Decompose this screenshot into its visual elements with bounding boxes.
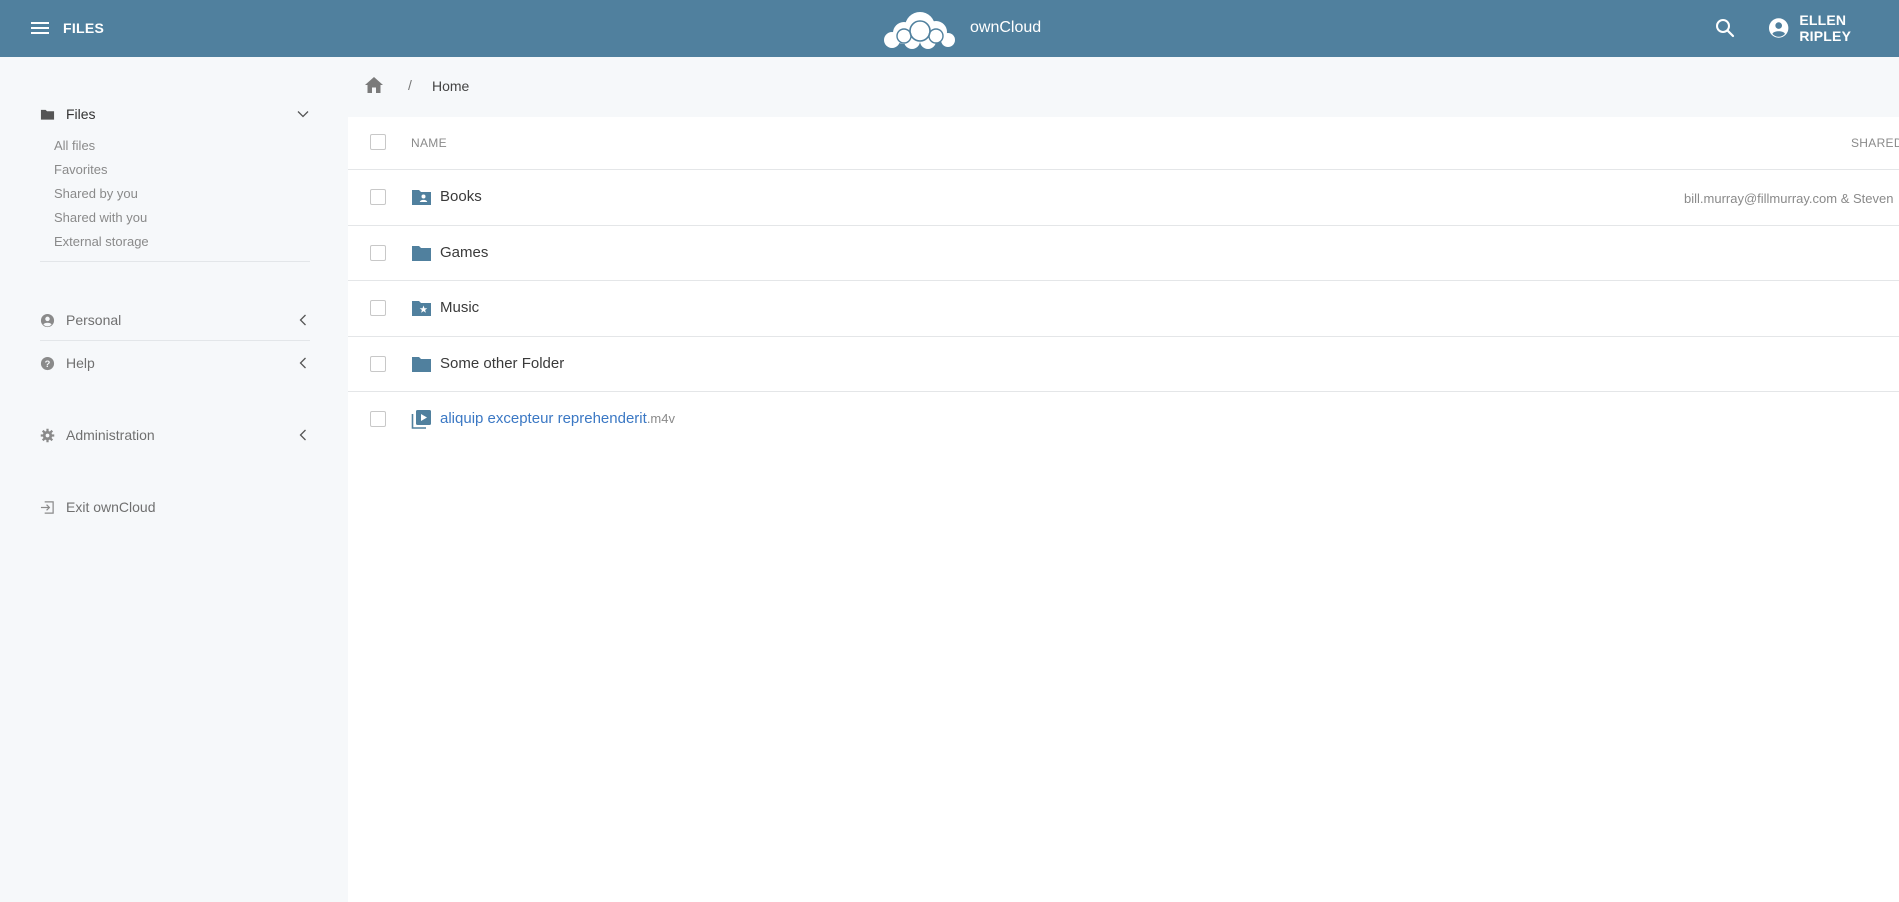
sidebar-item-shared-with-you[interactable]: Shared with you <box>54 209 147 227</box>
file-name[interactable]: Music <box>440 299 479 316</box>
folder-icon <box>412 356 431 372</box>
chevron-left-icon[interactable] <box>296 356 310 370</box>
brand-name: ownCloud <box>970 19 1042 36</box>
table-row[interactable]: Games <box>348 226 1899 281</box>
user-name: ELLEN RIPLEY <box>1799 12 1852 44</box>
help-icon: ? <box>40 356 55 370</box>
breadcrumb-separator: / <box>408 77 412 93</box>
svg-text:?: ? <box>45 359 51 369</box>
gear-icon <box>40 428 55 442</box>
sidebar-item-shared-by-you[interactable]: Shared by you <box>54 185 138 203</box>
folder-icon <box>412 245 431 261</box>
app-label: FILES <box>63 20 105 36</box>
sidebar: Files All files Favorites Shared by you … <box>0 57 348 902</box>
sidebar-item-personal[interactable]: Personal <box>40 309 310 331</box>
file-name[interactable]: Some other Folder <box>440 355 564 372</box>
sidebar-item-help[interactable]: ? Help <box>40 352 310 374</box>
sidebar-item-exit[interactable]: Exit ownCloud <box>40 496 310 518</box>
sidebar-divider <box>40 340 310 341</box>
sidebar-item-label: Administration <box>66 427 155 443</box>
user-circle-icon <box>40 313 55 327</box>
breadcrumb-home[interactable]: Home <box>432 78 469 94</box>
user-menu-button[interactable]: ELLEN RIPLEY <box>1768 12 1899 44</box>
chevron-left-icon[interactable] <box>296 428 310 442</box>
file-list-header: NAME SHARED <box>348 117 1899 170</box>
row-checkbox[interactable] <box>370 411 386 427</box>
top-bar: FILES ownCloud ELLEN RIPLEY <box>0 0 1899 57</box>
table-row[interactable]: Books bill.murray@fillmurray.com & Steve… <box>348 170 1899 226</box>
sidebar-item-favorites[interactable]: Favorites <box>54 161 107 179</box>
starred-folder-icon <box>412 301 431 316</box>
table-row[interactable]: Music <box>348 281 1899 337</box>
shared-folder-icon <box>412 190 431 205</box>
sidebar-item-administration[interactable]: Administration <box>40 424 310 446</box>
home-icon[interactable] <box>364 75 384 95</box>
table-row[interactable]: Some other Folder <box>348 337 1899 392</box>
row-checkbox[interactable] <box>370 244 386 261</box>
sidebar-item-all-files[interactable]: All files <box>54 137 95 155</box>
column-header-shared: SHARED <box>1851 136 1899 150</box>
sidebar-item-label: Personal <box>66 312 122 328</box>
shared-with-text[interactable]: bill.murray@fillmurray.com & Steven <box>1684 191 1893 206</box>
row-checkbox[interactable] <box>370 189 386 205</box>
user-avatar-icon <box>1768 18 1789 38</box>
table-row[interactable]: aliquip excepteur reprehenderit.m4v <box>348 392 1899 448</box>
sidebar-item-external-storage[interactable]: External storage <box>54 233 149 251</box>
owncloud-logo-icon <box>884 12 955 49</box>
file-name[interactable]: aliquip excepteur reprehenderit.m4v <box>440 410 675 427</box>
sidebar-item-label: Files <box>66 106 96 122</box>
sidebar-item-label: Help <box>66 355 95 371</box>
column-header-name[interactable]: NAME <box>411 136 447 150</box>
select-all-checkbox[interactable] <box>370 134 386 150</box>
video-file-icon <box>411 410 431 429</box>
brand: ownCloud <box>882 7 1041 49</box>
sidebar-divider <box>40 261 310 262</box>
file-list: NAME SHARED Books bill.murray@fillmurray… <box>348 117 1899 448</box>
breadcrumb: / Home <box>348 57 1899 117</box>
hamburger-icon <box>31 22 49 34</box>
file-name[interactable]: Games <box>440 244 488 261</box>
search-icon[interactable] <box>1714 17 1736 39</box>
sidebar-item-files[interactable]: Files <box>40 103 310 125</box>
folder-icon <box>40 109 55 120</box>
chevron-left-icon[interactable] <box>296 313 310 327</box>
exit-icon <box>40 500 54 514</box>
file-name[interactable]: Books <box>440 188 482 205</box>
chevron-down-icon[interactable] <box>296 107 310 121</box>
row-checkbox[interactable] <box>370 355 386 372</box>
sidebar-item-label: Exit ownCloud <box>66 499 156 515</box>
app-menu-button[interactable]: FILES <box>30 17 104 39</box>
row-checkbox[interactable] <box>370 300 386 316</box>
